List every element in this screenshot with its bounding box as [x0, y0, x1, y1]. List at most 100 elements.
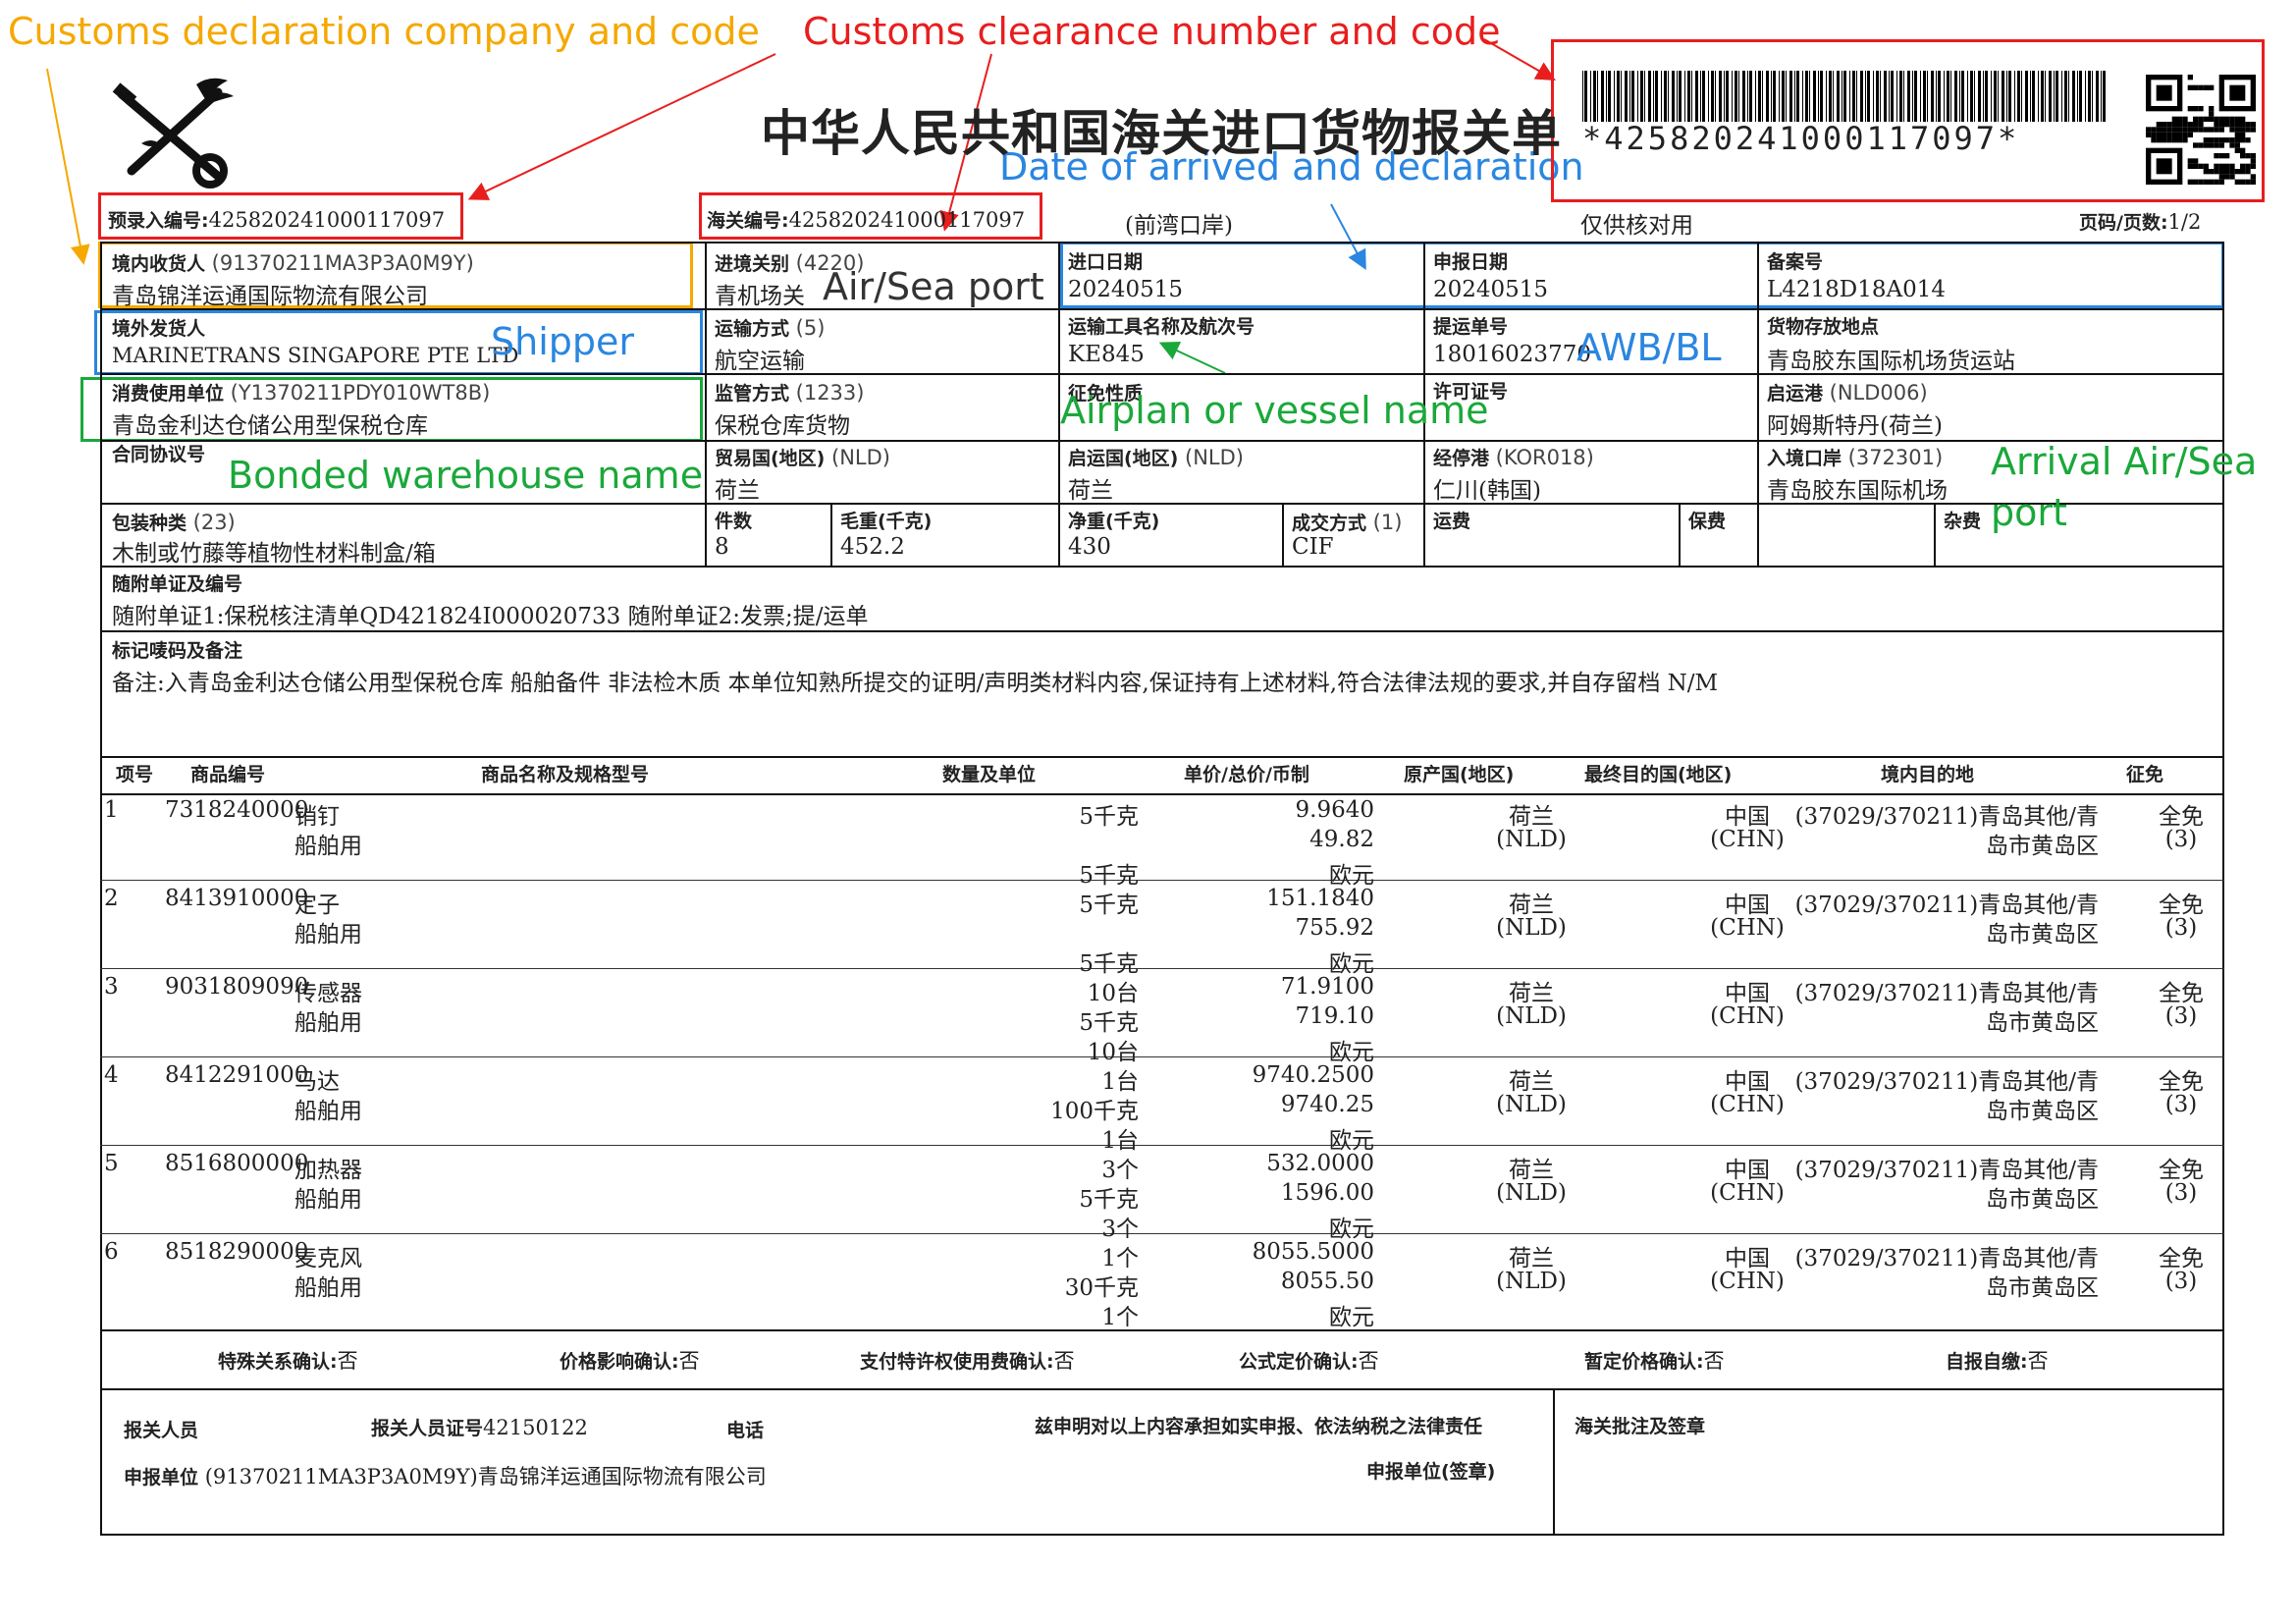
item-qty-3: 1台 — [1101, 1128, 1139, 1154]
item-spec: 船舶用 — [294, 834, 362, 859]
item-tax-1: 全免 — [2159, 981, 2204, 1006]
item-unit-price: 151.1840 — [1266, 886, 1374, 911]
item-total: 755.92 — [1295, 915, 1374, 941]
item-domestic-2: 岛市黄岛区 — [1986, 1010, 2099, 1036]
item-tax-2: (3) — [2164, 1003, 2198, 1029]
item-qty-3: 5千克 — [1079, 863, 1139, 889]
legal-statement: 兹申明对以上内容承担如实申报、依法纳税之法律责任 — [1035, 1416, 1483, 1437]
annotation-arrival-port-2: port — [1991, 491, 2067, 534]
item-tax-1: 全免 — [2159, 1158, 2204, 1183]
item-name: 马达 — [294, 1069, 340, 1095]
item-currency: 欧元 — [1329, 1128, 1374, 1154]
storage-label: 货物存放地点 — [1767, 316, 1880, 338]
terms: CIF — [1292, 534, 1334, 560]
vehicle-label: 运输工具名称及航次号 — [1068, 316, 1255, 338]
barcode — [1582, 71, 2112, 122]
item-domestic-1: (37029/370211)青岛其他/青 — [1794, 1069, 2099, 1095]
customs-approval-label: 海关批注及签章 — [1575, 1416, 1706, 1437]
trade-country: 荷兰 — [715, 478, 760, 504]
barcode-text: *425820241000117097* — [1582, 120, 2020, 157]
item-qty-1: 10台 — [1087, 981, 1139, 1006]
item-origin-code: (NLD) — [1496, 827, 1567, 852]
annotation-bonded-warehouse: Bonded warehouse name — [228, 454, 704, 497]
storage-location: 青岛胶东国际机场货运站 — [1767, 349, 2015, 374]
declaring-unit: 申报单位 (91370211MA3P3A0M9Y)青岛锦洋运通国际物流有限公司 — [124, 1465, 767, 1488]
misc-fee-label: 杂费 — [1944, 511, 1982, 532]
entry-customs-name: 青机场关 — [715, 284, 805, 309]
annotation-air-sea-port: Air/Sea port — [823, 265, 1044, 308]
transit-port-label: 经停港 (KOR018) — [1433, 446, 1594, 469]
record-no: L4218D18A014 — [1767, 277, 1947, 302]
item-qty-1: 3个 — [1101, 1158, 1139, 1183]
item-origin-code: (NLD) — [1496, 1003, 1567, 1029]
item-unit-price: 8055.5000 — [1252, 1239, 1374, 1265]
price-impact-confirm: 价格影响确认:否 — [560, 1349, 700, 1373]
item-qty-2: 30千克 — [1064, 1275, 1139, 1301]
item-name: 销钉 — [294, 804, 340, 830]
net-weight: 430 — [1068, 534, 1111, 560]
item-currency: 欧元 — [1329, 1040, 1374, 1065]
consignee-label: 境内收货人 (91370211MA3P3A0M9Y) — [112, 251, 474, 275]
item-origin: 荷兰 — [1509, 1069, 1554, 1095]
contract-label: 合同协议号 — [112, 444, 206, 465]
item-domestic-1: (37029/370211)青岛其他/青 — [1794, 1246, 2099, 1271]
item-name: 麦克风 — [294, 1246, 362, 1271]
item-unit-price: 9.9640 — [1295, 797, 1374, 823]
declarant-label: 报关人员 — [124, 1420, 199, 1441]
item-origin-code: (NLD) — [1496, 915, 1567, 941]
item-header-tax: 征免 — [2126, 764, 2164, 785]
entry-port: 青岛胶东国际机场 — [1767, 478, 1948, 504]
import-date: 20240515 — [1068, 277, 1184, 302]
item-domestic-2: 岛市黄岛区 — [1986, 922, 2099, 947]
vehicle: KE845 — [1068, 342, 1145, 367]
depart-country: 荷兰 — [1068, 478, 1113, 504]
page-title: 中华人民共和国海关进口货物报关单 — [761, 105, 1562, 162]
item-origin: 荷兰 — [1509, 804, 1554, 830]
item-qty-1: 1个 — [1101, 1246, 1139, 1271]
item-domestic-2: 岛市黄岛区 — [1986, 1099, 2099, 1124]
seal-label: 申报单位(签章) — [1366, 1461, 1496, 1483]
insurance-label: 保费 — [1688, 511, 1727, 532]
royalty-confirm: 支付特许权使用费确认:否 — [860, 1349, 1075, 1373]
declarant-id: 报关人员证号42150122 — [371, 1416, 588, 1439]
freight-label: 运费 — [1433, 511, 1471, 532]
item-header-code: 商品编号 — [190, 764, 266, 785]
item-header-name: 商品名称及规格型号 — [481, 764, 650, 785]
item-origin: 荷兰 — [1509, 893, 1554, 918]
item-spec: 船舶用 — [294, 1187, 362, 1213]
item-no: 1 — [104, 797, 119, 823]
item-code: 8413910000 — [165, 886, 309, 911]
item-domestic-2: 岛市黄岛区 — [1986, 834, 2099, 859]
item-header-domestic: 境内目的地 — [1881, 764, 1975, 785]
item-total: 49.82 — [1309, 827, 1374, 852]
item-unit-price: 71.9100 — [1280, 974, 1374, 1000]
item-qty-1: 1台 — [1101, 1069, 1139, 1095]
item-currency: 欧元 — [1329, 1305, 1374, 1330]
item-no: 5 — [104, 1151, 119, 1176]
transit-port: 仁川(韩国) — [1433, 478, 1541, 504]
gross-weight: 452.2 — [840, 534, 905, 560]
shipper-label: 境外发货人 — [112, 318, 206, 340]
supervision: 保税仓库货物 — [715, 413, 850, 439]
item-qty-2: 5千克 — [1079, 1187, 1139, 1213]
item-spec: 船舶用 — [294, 922, 362, 947]
item-tax-1: 全免 — [2159, 1246, 2204, 1271]
import-date-label: 进口日期 — [1068, 251, 1144, 273]
package-type: 木制或竹藤等植物性材料制盒/箱 — [112, 541, 436, 567]
user-name: 青岛金利达仓储公用型保税仓库 — [112, 413, 428, 439]
item-no: 3 — [104, 974, 119, 1000]
item-qty-3: 10台 — [1087, 1040, 1139, 1065]
verify-note: 仅供核对用 — [1580, 213, 1693, 239]
item-code: 8518290000 — [165, 1239, 309, 1265]
item-no: 6 — [104, 1239, 119, 1265]
item-currency: 欧元 — [1329, 863, 1374, 889]
item-code: 8412291000 — [165, 1062, 309, 1088]
item-tax-2: (3) — [2164, 915, 2198, 941]
terms-label: 成交方式 (1) — [1292, 511, 1403, 534]
item-code: 9031809090 — [165, 974, 309, 1000]
annotation-arrival-port: Arrival Air/Sea — [1991, 440, 2258, 483]
item-origin-code: (NLD) — [1496, 1180, 1567, 1206]
docs-label: 随附单证及编号 — [112, 573, 243, 595]
gross-weight-label: 毛重(千克) — [840, 511, 933, 532]
pieces: 8 — [715, 534, 729, 560]
